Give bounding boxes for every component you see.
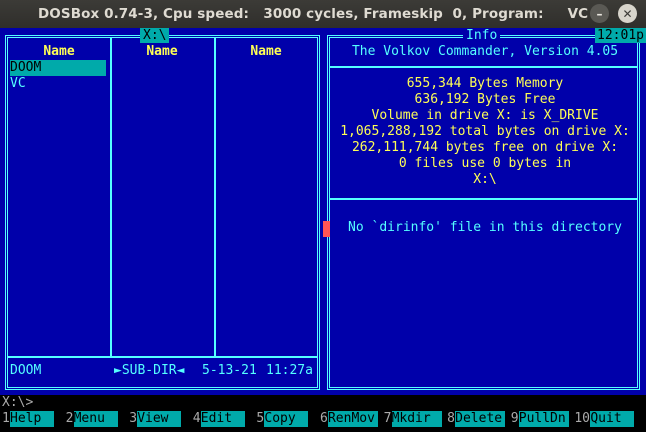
f6-renmov-key[interactable]: 6 RenMov — [318, 411, 382, 427]
memory-total: 655,344 Bytes Memory — [406, 76, 564, 91]
f10-quit-key[interactable]: 10 Quit — [572, 411, 636, 427]
f4-edit-key[interactable]: 4 Edit — [191, 411, 255, 427]
clock: 12:01p — [595, 28, 646, 43]
fkey-number: 5 — [256, 411, 265, 426]
status-file-date: 5-13-21 — [202, 363, 257, 378]
program-version: The Volkov Commander, Version 4.05 — [351, 44, 619, 59]
left-file-panel[interactable]: X:\ Name Name Name DOOM VC DOOM ►SUB-DIR… — [0, 28, 324, 395]
status-file-type: ►SUB-DIR◄ — [114, 363, 185, 378]
disk-total: 1,065,288,192 total bytes on drive X: — [340, 124, 630, 139]
f1-help-key[interactable]: 1 Help — [0, 411, 64, 427]
status-divider — [8, 356, 317, 358]
fkey-label: Edit — [200, 411, 245, 427]
memory-free: 636,192 Bytes Free — [414, 92, 556, 107]
fkey-label: PullDn — [518, 411, 569, 427]
command-prompt[interactable]: X:\> — [2, 395, 33, 411]
close-button[interactable]: ✕ — [618, 4, 637, 23]
dos-screen[interactable]: X:\ Name Name Name DOOM VC DOOM ►SUB-DIR… — [0, 28, 646, 432]
fkey-label: Mkdir — [391, 411, 442, 427]
info-panel-title: Info — [463, 28, 501, 43]
fkey-number: 8 — [447, 411, 455, 426]
fkey-number: 3 — [129, 411, 138, 426]
status-file-name: DOOM — [10, 363, 42, 378]
info-divider — [330, 66, 637, 68]
fkey-number: 7 — [383, 411, 392, 426]
disk-free: 262,111,744 bytes free on drive X: — [351, 140, 619, 155]
volume-label: Volume in drive X: is X_DRIVE — [371, 108, 599, 123]
f8-delete-key[interactable]: 8 Delete — [445, 411, 509, 427]
current-path-tab[interactable]: X:\ — [140, 28, 170, 43]
column-divider — [214, 38, 216, 356]
right-info-panel[interactable]: Info 12:01p The Volkov Commander, Versio… — [323, 28, 646, 395]
window-title: DOSBox 0.74-3, Cpu speed: 3000 cycles, F… — [38, 6, 589, 22]
function-key-bar: 1 Help 2 Menu 3 View 4 Edit 5 Copy 6 Ren… — [0, 411, 646, 427]
files-usage: 0 files use 0 bytes in — [398, 156, 572, 171]
column-header-name: Name — [43, 44, 75, 59]
f9-pulldn-key[interactable]: 9 PullDn — [509, 411, 573, 427]
column-divider — [110, 38, 112, 356]
info-divider — [330, 198, 637, 200]
f5-copy-key[interactable]: 5 Copy — [254, 411, 318, 427]
fkey-label: Menu — [73, 411, 118, 427]
fkey-label: Help — [10, 411, 54, 427]
info-path: X:\ — [473, 172, 497, 187]
fkey-number: 2 — [65, 411, 74, 426]
fkey-label: Quit — [590, 411, 635, 427]
f7-mkdir-key[interactable]: 7 Mkdir — [382, 411, 446, 427]
fkey-number: 9 — [510, 411, 519, 426]
fkey-label: View — [137, 411, 182, 427]
f2-menu-key[interactable]: 2 Menu — [64, 411, 128, 427]
file-item-doom[interactable]: DOOM — [10, 60, 106, 76]
minimize-button[interactable]: – — [590, 4, 609, 23]
column-header-name: Name — [250, 44, 282, 59]
column-header-name: Name — [146, 44, 178, 59]
f3-view-key[interactable]: 3 View — [127, 411, 191, 427]
fkey-label: Delete — [455, 411, 506, 427]
fkey-number: 4 — [192, 411, 201, 426]
file-item-vc[interactable]: VC — [10, 76, 106, 92]
dirinfo-message: No `dirinfo' file in this directory — [348, 220, 622, 235]
fkey-label: RenMov — [327, 411, 378, 427]
status-file-time: 11:27a — [266, 363, 313, 378]
fkey-number: 10 — [574, 411, 590, 426]
fkey-number: 1 — [2, 411, 10, 426]
window-titlebar[interactable]: DOSBox 0.74-3, Cpu speed: 3000 cycles, F… — [0, 0, 646, 28]
fkey-label: Copy — [264, 411, 309, 427]
fkey-number: 6 — [319, 411, 328, 426]
